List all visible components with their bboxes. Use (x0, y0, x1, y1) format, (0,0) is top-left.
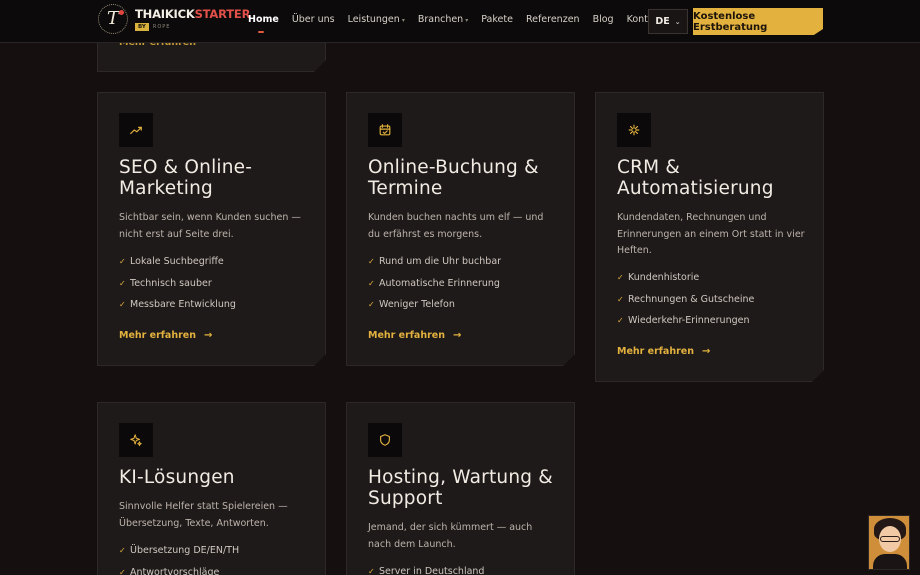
nav-item-blog[interactable]: Blog (593, 14, 614, 25)
check-icon: ✓ (119, 546, 126, 556)
feature-list: ✓ Server in Deutschland (368, 561, 484, 575)
feature-list: ✓ Rund um die Uhr buchbar ✓ Automatische E… (368, 251, 501, 316)
list-item: ✓ Technisch sauber (119, 277, 212, 289)
check-icon: ✓ (617, 316, 624, 326)
check-icon: ✓ (119, 257, 126, 267)
page: T THAIKICKSTARTER BY ROPE Home Über uns … (0, 0, 920, 575)
service-card-crm: CRM & Automatisierung Kundendaten, Rechn… (595, 92, 824, 382)
logo-mark-icon: T (98, 4, 128, 34)
nav-item-home[interactable]: Home (248, 14, 279, 33)
service-card-ki: KI-Lösungen Sinnvolle Helfer statt Spiel… (97, 402, 326, 575)
more-link[interactable]: Mehr erfahren → (617, 346, 710, 357)
cta-button[interactable]: Kostenlose Erstberatung (693, 8, 823, 35)
feature-list: ✓ Kundenhistorie ✓ Rechnungen & Gutscheine… (617, 267, 754, 332)
service-card-seo: SEO & Online- Marketing Sichtbar sein, w… (97, 92, 326, 366)
shield-icon (368, 423, 402, 457)
card-title: CRM & Automatisierung (617, 157, 774, 199)
nav-item-ueber-uns[interactable]: Über uns (292, 14, 335, 25)
card-title: Online-Buchung & Termine (368, 157, 539, 199)
language-switcher[interactable]: DE ⌄ (648, 9, 688, 34)
check-icon: ✓ (119, 300, 126, 310)
logo-tagline: BY ROPE (135, 23, 170, 31)
card-title: SEO & Online- Marketing (119, 157, 253, 199)
arrow-right-icon: → (452, 330, 462, 341)
list-item: ✓ Server in Deutschland (368, 566, 485, 575)
card-description: Kundendaten, Rechnungen und Erinnerungen… (617, 212, 805, 256)
nav-item-pakete[interactable]: Pakete (481, 14, 513, 25)
chart-up-icon (119, 113, 153, 147)
list-item: ✓ Lokale Suchbegriffe (119, 256, 224, 268)
chevron-down-icon: ▾ (465, 17, 469, 24)
gear-icon (617, 113, 651, 147)
main-nav: Home Über uns Leistungen ▾ Branchen ▾ Pake… (248, 14, 676, 33)
more-link[interactable]: Mehr erfahren → (119, 330, 212, 341)
language-label: DE (655, 16, 670, 27)
nav-item-referenzen[interactable]: Referenzen (526, 14, 580, 25)
check-icon: ✓ (368, 278, 375, 288)
list-item: ✓ Wiederkehr-Erinnerungen (617, 315, 750, 327)
card-description: Kunden buchen nachts um elf — und du erf… (368, 212, 544, 240)
list-item: ✓ Übersetzung DE/EN/TH (119, 545, 240, 557)
logo-badge: BY (135, 23, 149, 31)
check-icon: ✓ (617, 273, 624, 283)
check-icon: ✓ (368, 300, 375, 310)
check-icon: ✓ (617, 294, 624, 304)
arrow-right-icon: → (701, 346, 711, 357)
more-link[interactable]: Mehr erfahren → (368, 330, 461, 341)
chevron-down-icon: ▾ (401, 17, 405, 24)
chat-avatar[interactable] (868, 515, 910, 570)
logo-sub-text: ROPE (152, 24, 171, 30)
card-title: KI-Lösungen (119, 467, 235, 488)
list-item: ✓ Automatische Erinnerung (368, 277, 500, 289)
card-description: Jemand, der sich kümmert — auch nach dem… (368, 522, 533, 550)
sparkles-icon (119, 423, 153, 457)
logo-wordmark: THAIKICKSTARTER (135, 7, 251, 21)
check-icon: ✓ (119, 278, 126, 288)
card-description: Sinnvolle Helfer statt Spielereien — Übe… (119, 501, 288, 529)
list-item: ✓ Antwortvorschläge (119, 566, 220, 575)
chevron-down-icon: ⌄ (674, 17, 681, 26)
arrow-right-icon: → (203, 330, 213, 341)
nav-item-leistungen[interactable]: Leistungen ▾ (348, 14, 405, 25)
list-item: ✓ Kundenhistorie (617, 272, 700, 284)
check-icon: ✓ (368, 257, 375, 267)
service-card-booking: Online-Buchung & Termine Kunden buchen n… (346, 92, 575, 366)
service-card-hosting: Hosting, Wartung & Support Jemand, der s… (346, 402, 575, 575)
calendar-check-icon (368, 113, 402, 147)
card-title: Hosting, Wartung & Support (368, 467, 553, 509)
check-icon: ✓ (368, 567, 375, 575)
card-description: Sichtbar sein, wenn Kunden suchen — nich… (119, 212, 301, 240)
nav-item-branchen[interactable]: Branchen ▾ (418, 14, 468, 25)
logo[interactable]: T THAIKICKSTARTER BY ROPE (98, 4, 250, 36)
feature-list: ✓ Übersetzung DE/EN/TH ✓ Antwortvorschläge (119, 540, 239, 575)
site-header: T THAIKICKSTARTER BY ROPE Home Über uns … (0, 0, 920, 43)
check-icon: ✓ (119, 567, 126, 575)
list-item: ✓ Rund um die Uhr buchbar (368, 256, 502, 268)
list-item: ✓ Messbare Entwicklung (119, 299, 236, 311)
list-item: ✓ Rechnungen & Gutscheine (617, 293, 755, 305)
list-item: ✓ Weniger Telefon (368, 299, 455, 311)
feature-list: ✓ Lokale Suchbegriffe ✓ Technisch sauber ✓… (119, 251, 236, 316)
